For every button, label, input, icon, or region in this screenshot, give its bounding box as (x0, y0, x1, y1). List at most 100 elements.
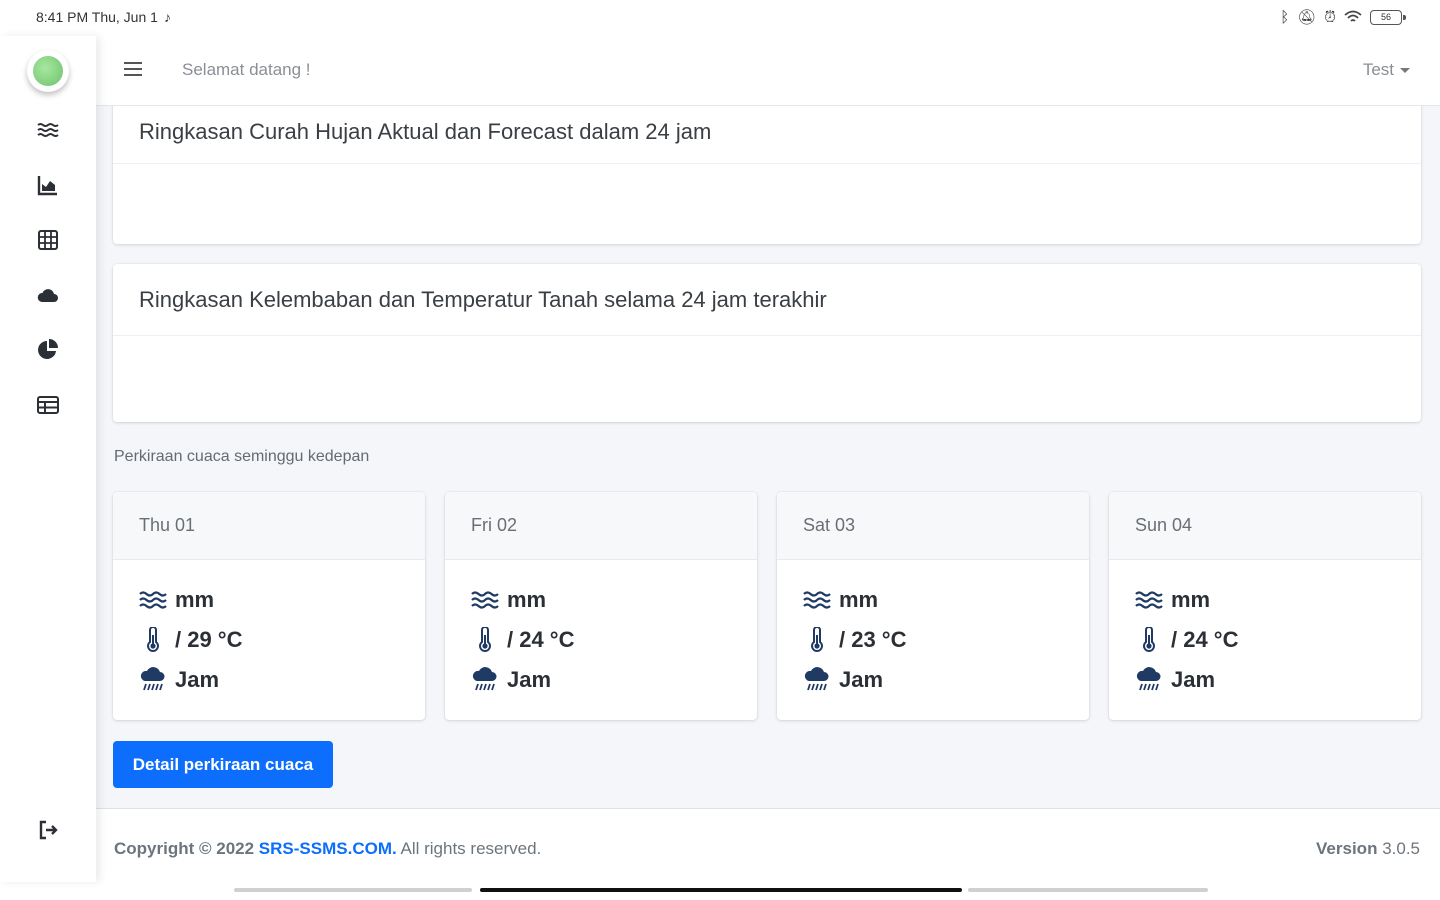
tiktok-icon: ♪ (163, 9, 171, 25)
water-waves-icon (471, 591, 499, 609)
grid-table-icon[interactable] (34, 226, 62, 254)
forecast-day-card: Sat 03 mm / 23 °C Jam (777, 492, 1089, 720)
battery-icon: 56 (1370, 9, 1406, 25)
rain-hours-row: Jam (471, 660, 731, 700)
rain-row: mm (139, 580, 399, 620)
forecast-section-label: Perkiraan cuaca seminggu kedepan (114, 448, 370, 465)
version-number: 3.0.5 (1382, 839, 1420, 858)
rain-row: mm (1135, 580, 1395, 620)
temp-value: / 24 °C (507, 627, 575, 652)
site-link[interactable]: SRS-SSMS.COM. (259, 839, 397, 858)
temp-row: / 24 °C (471, 620, 731, 660)
bluetooth-icon: ᛒ (1280, 8, 1290, 26)
forecast-day-body: mm / 29 °C Jam (113, 560, 425, 700)
status-right: ᛒ 🔕︎ ⏰︎ 56 (1280, 8, 1406, 26)
cloud-rain-icon (140, 667, 165, 691)
rainfall-summary-card: Ringkasan Curah Hujan Aktual dan Forecas… (113, 106, 1421, 244)
forecast-day-card: Sun 04 mm / 24 °C Jam (1109, 492, 1421, 720)
forecast-day-header: Sun 04 (1109, 492, 1421, 560)
cloud-rain-icon (1136, 667, 1161, 691)
forecast-day-header: Sat 03 (777, 492, 1089, 560)
table-icon[interactable] (34, 391, 62, 419)
copyright-prefix: Copyright © 2022 (114, 839, 255, 858)
logout-icon[interactable] (34, 816, 62, 844)
main-content: Ringkasan Curah Hujan Aktual dan Forecas… (96, 106, 1440, 882)
nav-indicator-right (968, 888, 1208, 892)
alarm-icon: ⏰︎ (1324, 8, 1336, 26)
forecast-day-body: mm / 23 °C Jam (777, 560, 1089, 700)
rain-hours-row: Jam (139, 660, 399, 700)
temp-value: / 24 °C (1171, 627, 1239, 652)
rainfall-card-header: Ringkasan Curah Hujan Aktual dan Forecas… (113, 106, 1421, 164)
nav-indicator-active[interactable] (480, 888, 962, 892)
rain-hours-value: Jam (1171, 667, 1216, 692)
system-nav-bar (0, 882, 1440, 900)
cloud-rain-icon (804, 667, 829, 691)
mute-icon: 🔕︎ (1297, 9, 1317, 26)
temp-value: / 29 °C (175, 627, 243, 652)
welcome-text: Selamat datang ! (182, 60, 311, 79)
forecast-day-card: Thu 01 mm / 29 °C Jam (113, 492, 425, 720)
rain-hours-row: Jam (803, 660, 1063, 700)
forecast-day-label: Sun 04 (1135, 515, 1193, 535)
rain-hours-value: Jam (175, 667, 220, 692)
detail-forecast-button[interactable]: Detail perkiraan cuaca (113, 741, 333, 788)
temp-row: / 23 °C (803, 620, 1063, 660)
user-dropdown[interactable]: Test (1363, 60, 1410, 80)
app-logo[interactable] (27, 50, 69, 92)
rights-text: All rights reserved. (400, 839, 542, 858)
rain-value: mm (175, 587, 215, 612)
version-label: Version (1316, 839, 1378, 858)
status-bar: 8:41 PM Thu, Jun 1 ♪ ᛒ 🔕︎ ⏰︎ 56 (0, 0, 1440, 36)
copyright-text: Copyright © 2022 SRS-SSMS.COM. All right… (114, 839, 541, 859)
nav-indicator-left (234, 888, 472, 892)
forecast-day-label: Fri 02 (471, 515, 518, 535)
user-name: Test (1362, 60, 1394, 79)
pie-chart-icon[interactable] (34, 336, 62, 364)
footer: Copyright © 2022 SRS-SSMS.COM. All right… (96, 808, 1440, 882)
soil-summary-card: Ringkasan Kelembaban dan Temperatur Tana… (113, 264, 1421, 422)
forecast-day-label: Sat 03 (803, 515, 856, 535)
forecast-day-body: mm / 24 °C Jam (1109, 560, 1421, 700)
rainfall-card-title: Ringkasan Curah Hujan Aktual dan Forecas… (139, 118, 712, 144)
battery-level: 56 (1380, 12, 1391, 22)
hamburger-menu-icon[interactable] (122, 58, 144, 80)
cloud-icon[interactable] (34, 281, 62, 309)
cloud-rain-icon (472, 667, 497, 691)
top-navbar: Selamat datang ! Test (96, 36, 1440, 106)
temp-row: / 29 °C (139, 620, 399, 660)
rain-hours-value: Jam (507, 667, 552, 692)
rain-value: mm (507, 587, 547, 612)
rain-row: mm (803, 580, 1063, 620)
version-text: Version 3.0.5 (1316, 839, 1420, 859)
rain-value: mm (839, 587, 879, 612)
wifi-icon (1344, 10, 1362, 22)
logo-mark (33, 56, 63, 86)
soil-card-title: Ringkasan Kelembaban dan Temperatur Tana… (139, 286, 827, 312)
thermometer-icon (147, 627, 159, 652)
rain-row: mm (471, 580, 731, 620)
forecast-day-body: mm / 24 °C Jam (445, 560, 757, 700)
caret-down-icon (1400, 67, 1410, 73)
area-chart-icon[interactable] (34, 171, 62, 199)
sidebar (0, 36, 96, 882)
forecast-day-header: Fri 02 (445, 492, 757, 560)
water-waves-icon (803, 591, 831, 609)
soil-card-header: Ringkasan Kelembaban dan Temperatur Tana… (113, 264, 1421, 336)
thermometer-icon (1143, 627, 1155, 652)
rain-value: mm (1171, 587, 1211, 612)
forecast-day-header: Thu 01 (113, 492, 425, 560)
forecast-day-label: Thu 01 (139, 515, 196, 535)
temp-value: / 23 °C (839, 627, 907, 652)
rain-hours-value: Jam (839, 667, 884, 692)
thermometer-icon (479, 627, 491, 652)
temp-row: / 24 °C (1135, 620, 1395, 660)
status-left: 8:41 PM Thu, Jun 1 ♪ (36, 9, 171, 25)
thermometer-icon (811, 627, 823, 652)
water-waves-icon (139, 591, 167, 609)
status-time-date: 8:41 PM Thu, Jun 1 (36, 9, 158, 25)
water-waves-icon[interactable] (34, 116, 62, 144)
forecast-day-card: Fri 02 mm / 24 °C Jam (445, 492, 757, 720)
rain-hours-row: Jam (1135, 660, 1395, 700)
water-waves-icon (1135, 591, 1163, 609)
